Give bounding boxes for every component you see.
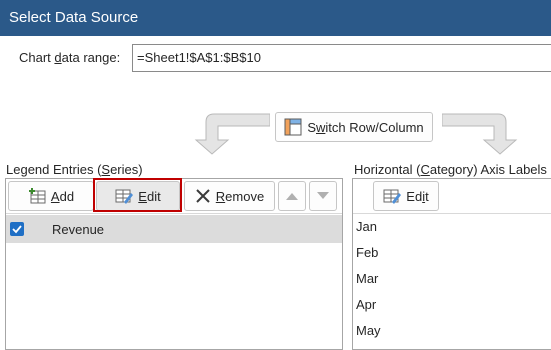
add-table-icon [28,188,46,204]
checkmark-icon [12,225,22,234]
series-name: Revenue [52,221,105,237]
series-checkbox[interactable] [10,222,24,236]
switch-row-column-button[interactable]: Switch Row/Column [275,112,433,142]
edit-label: Edit [138,188,161,204]
chart-data-range-input[interactable]: =Sheet1!$A$1:$B$10 [132,44,551,72]
axis-label-item[interactable]: May [356,323,381,338]
remove-label: Remove [215,188,265,204]
edit-series-button[interactable]: Edit [96,181,180,211]
remove-x-icon [196,189,210,203]
axis-label-item[interactable]: Apr [356,297,376,312]
legend-entries-panel: Add Edit Remove Revenue [5,178,343,350]
axis-labels-panel: Edit Jan Feb Mar Apr May [352,178,551,350]
right-arrow-icon [442,113,518,155]
toolbar-divider [353,213,551,214]
left-arrow-icon [194,113,270,155]
axis-label-item[interactable]: Mar [356,271,378,286]
switch-row-column-label: Switch Row/Column [307,119,424,135]
arrow-up-icon [286,193,298,200]
remove-series-button[interactable]: Remove [184,181,275,211]
move-down-button[interactable] [309,181,337,211]
move-up-button[interactable] [278,181,306,211]
edit-table-icon [383,189,402,204]
legend-entries-label: Legend Entries (Series) [6,162,143,177]
switch-row-column-icon [284,118,302,136]
arrow-down-icon [317,192,329,199]
axis-label-item[interactable]: Feb [356,245,378,260]
edit-table-icon [115,189,134,204]
chart-data-range-label: Chart data range: [19,50,121,65]
edit-axis-labels-button[interactable]: Edit [373,181,439,211]
add-label: Add [50,188,75,204]
title-bar: Select Data Source [0,0,551,36]
axis-edit-label: Edit [406,188,429,204]
toolbar-divider [6,213,342,214]
dialog-title: Select Data Source [9,9,139,26]
add-series-button[interactable]: Add [8,181,94,211]
axis-labels-label: Horizontal (Category) Axis Labels [354,162,547,177]
axis-label-item[interactable]: Jan [356,219,377,234]
series-row[interactable]: Revenue [6,215,342,243]
